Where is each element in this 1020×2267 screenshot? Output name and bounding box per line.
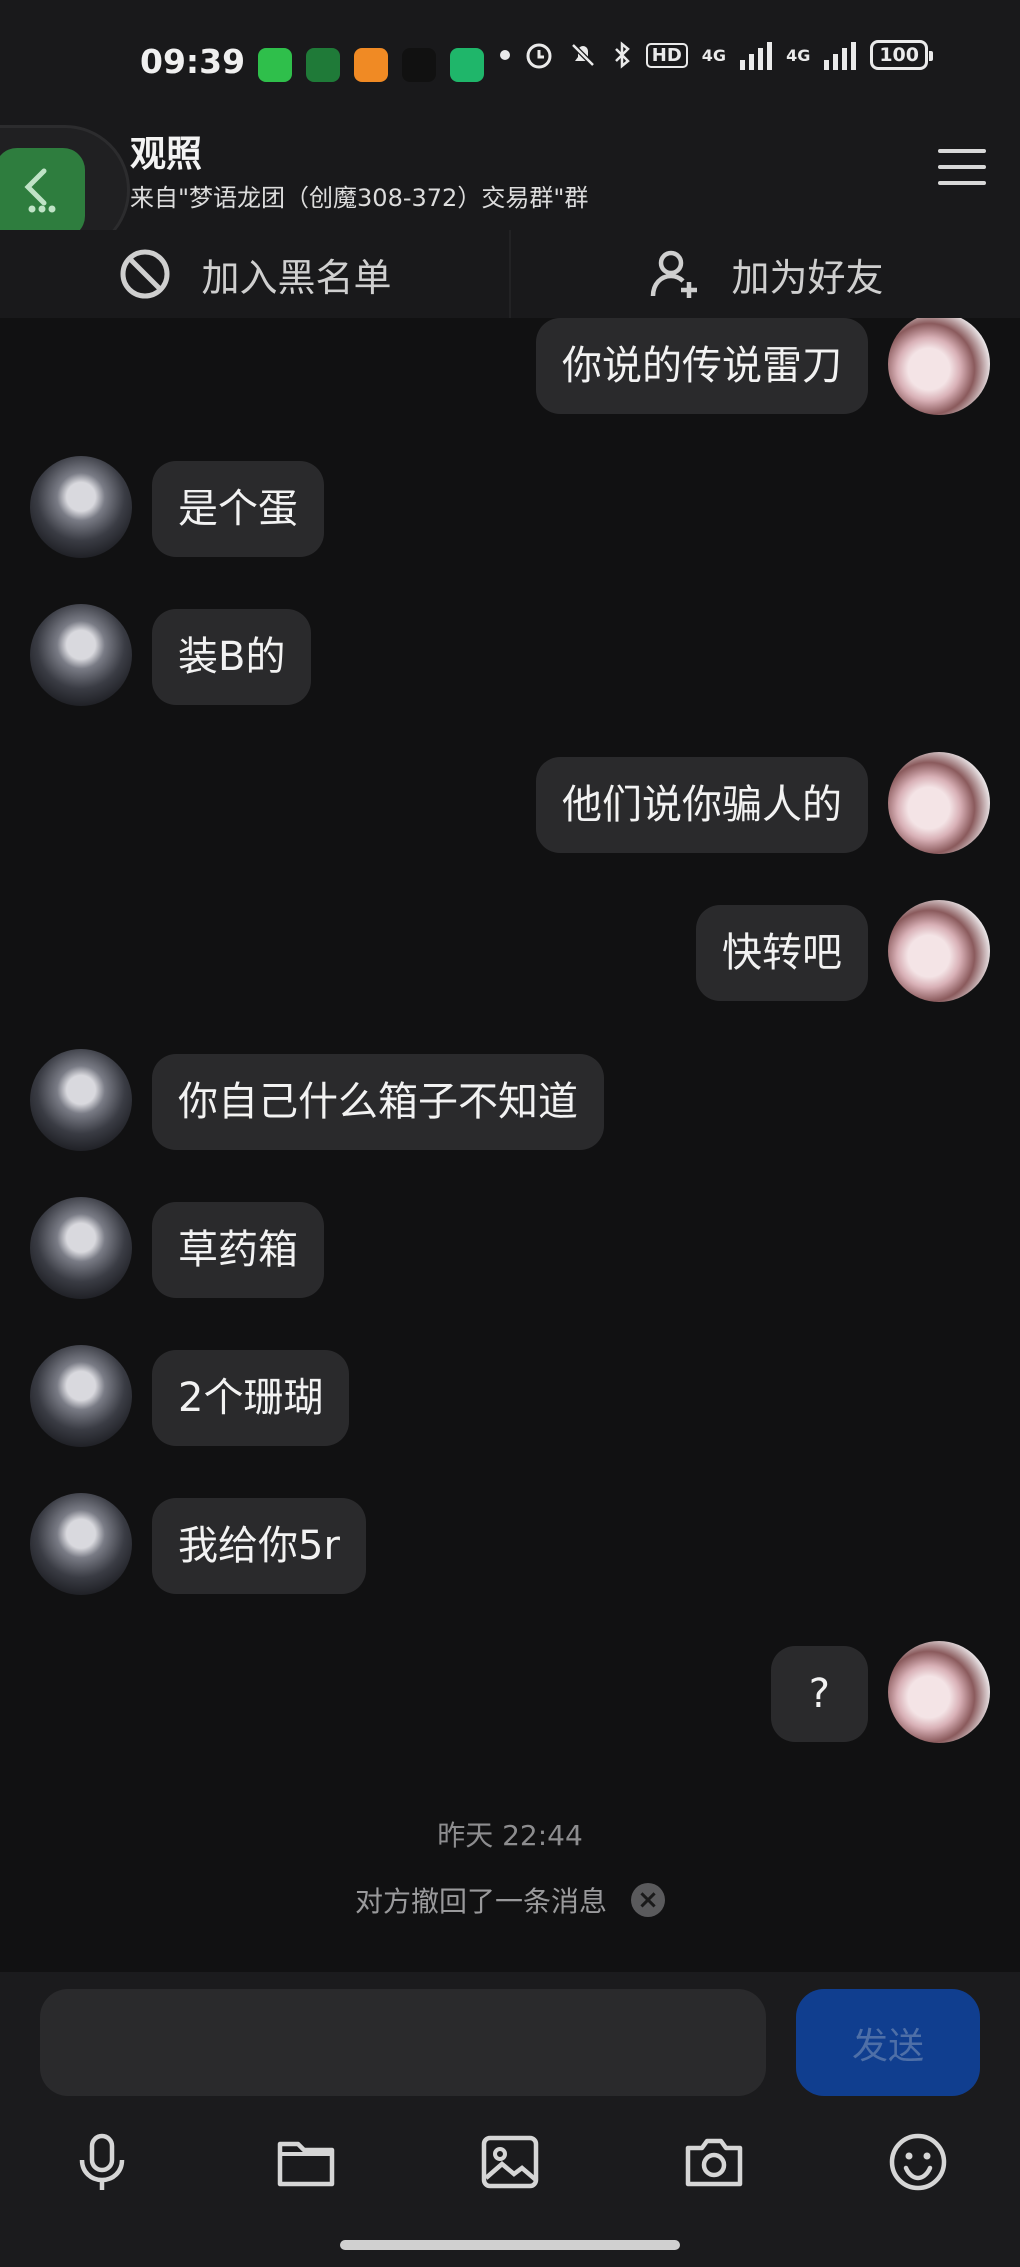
camera-button[interactable] <box>674 2122 754 2202</box>
menu-line <box>938 181 986 185</box>
input-area: 发送 <box>0 1972 1020 2267</box>
block-icon <box>120 249 170 299</box>
page-title: 观照 <box>130 134 203 175</box>
mute-bell-icon <box>571 43 595 67</box>
message-row: 他们说你骗人的 <box>0 752 1020 854</box>
add-friend-label: 加为好友 <box>731 255 884 300</box>
image-button[interactable] <box>470 2122 550 2202</box>
tiktok-app-icon <box>402 48 436 82</box>
emoji-icon <box>889 2133 947 2191</box>
message-bubble[interactable]: 快转吧 <box>696 905 868 1001</box>
image-icon <box>481 2135 539 2189</box>
message-row: 是个蛋 <box>0 456 1020 558</box>
message-bubble[interactable]: 他们说你骗人的 <box>536 757 868 853</box>
network-label-a: 4G <box>701 45 727 65</box>
message-bubble[interactable]: 你自己什么箱子不知道 <box>152 1054 604 1150</box>
system-indicators: HD 4G 4G 100 <box>499 40 933 70</box>
blacklist-label: 加入黑名单 <box>201 255 392 300</box>
messages-app-icon <box>258 48 292 82</box>
status-time: 09:39 <box>140 42 246 81</box>
back-arrow-icon <box>24 168 56 213</box>
contact-avatar[interactable] <box>30 1345 132 1447</box>
blacklist-button[interactable]: 加入黑名单 <box>0 230 509 318</box>
notification-icons <box>258 48 484 82</box>
mic-icon <box>79 2133 125 2190</box>
contact-avatar[interactable] <box>30 1493 132 1595</box>
timestamp-label: 昨天 22:44 <box>437 1819 583 1852</box>
folder-icon <box>277 2141 335 2187</box>
signal-icon-2 <box>824 40 857 70</box>
page-subtitle: 来自"梦语龙团（创魔308-372）交易群"群 <box>130 184 589 212</box>
message-row: 草药箱 <box>0 1197 1020 1299</box>
file-button[interactable] <box>266 2122 346 2202</box>
message-row: 装B的 <box>0 604 1020 706</box>
message-list[interactable]: 你说的传说雷刀 是个蛋 装B的 他们说你骗人的 快转吧 你自己什么箱子不知道 草… <box>0 318 1020 1972</box>
my-avatar[interactable] <box>888 752 990 854</box>
hd-badge: HD <box>645 42 688 68</box>
back-button[interactable] <box>0 148 85 238</box>
my-avatar[interactable] <box>888 318 990 415</box>
contact-avatar[interactable] <box>30 456 132 558</box>
bluetooth-icon <box>614 41 630 69</box>
contact-avatar[interactable] <box>30 1197 132 1299</box>
message-bubble[interactable]: 我给你5r <box>152 1498 366 1594</box>
close-icon[interactable]: × <box>631 1883 665 1917</box>
message-row: 你说的传说雷刀 <box>0 318 1020 415</box>
signal-icon <box>740 40 773 70</box>
message-bubble[interactable]: 2个珊瑚 <box>152 1350 350 1446</box>
battery-icon: 100 <box>870 40 933 70</box>
emoji-button[interactable] <box>878 2122 958 2202</box>
dot-icon <box>499 50 510 60</box>
input-toolbar <box>0 2122 1020 2212</box>
message-bubble[interactable]: 草药箱 <box>152 1202 324 1298</box>
message-bubble[interactable]: 装B的 <box>152 609 312 705</box>
recall-notice-text: 对方撤回了一条消息 <box>354 1885 607 1918</box>
add-user-icon <box>651 250 698 298</box>
home-indicator[interactable] <box>340 2240 680 2250</box>
status-bar: 09:39 HD 4G 4G 100 <box>0 0 1020 125</box>
message-row: 快转吧 <box>0 900 1020 1002</box>
recall-notice: 对方撤回了一条消息 × <box>0 1880 1020 1920</box>
send-button[interactable]: 发送 <box>796 1989 980 2096</box>
action-bar: 加入黑名单 加为好友 <box>0 230 1020 318</box>
alarm-icon <box>526 43 552 69</box>
message-row: ? <box>0 1641 1020 1743</box>
camera-icon <box>685 2138 743 2187</box>
video-app-icon <box>354 48 388 82</box>
menu-line <box>938 149 986 153</box>
my-avatar[interactable] <box>888 1641 990 1743</box>
contact-avatar[interactable] <box>30 1049 132 1151</box>
oppo-app-icon <box>306 48 340 82</box>
voice-button[interactable] <box>62 2122 142 2202</box>
message-row: 2个珊瑚 <box>0 1345 1020 1447</box>
contact-avatar[interactable] <box>30 604 132 706</box>
message-bubble[interactable]: ? <box>770 1646 868 1742</box>
network-label-b: 4G <box>786 45 811 65</box>
menu-line <box>938 165 986 169</box>
chat-header: 观照 来自"梦语龙团（创魔308-372）交易群"群 <box>0 125 1020 255</box>
message-bubble[interactable]: 是个蛋 <box>152 461 324 557</box>
message-input[interactable] <box>40 1989 766 2096</box>
message-row: 你自己什么箱子不知道 <box>0 1049 1020 1151</box>
message-bubble[interactable]: 你说的传说雷刀 <box>536 318 868 414</box>
add-friend-button[interactable]: 加为好友 <box>509 230 1020 318</box>
chat-screen: 09:39 HD 4G 4G 100 观照 来自"梦语龙团（创魔308-372）… <box>0 0 1020 2267</box>
my-avatar[interactable] <box>888 900 990 1002</box>
message-row: 我给你5r <box>0 1493 1020 1595</box>
iqiyi-app-icon <box>450 48 484 82</box>
menu-button[interactable] <box>938 143 986 191</box>
